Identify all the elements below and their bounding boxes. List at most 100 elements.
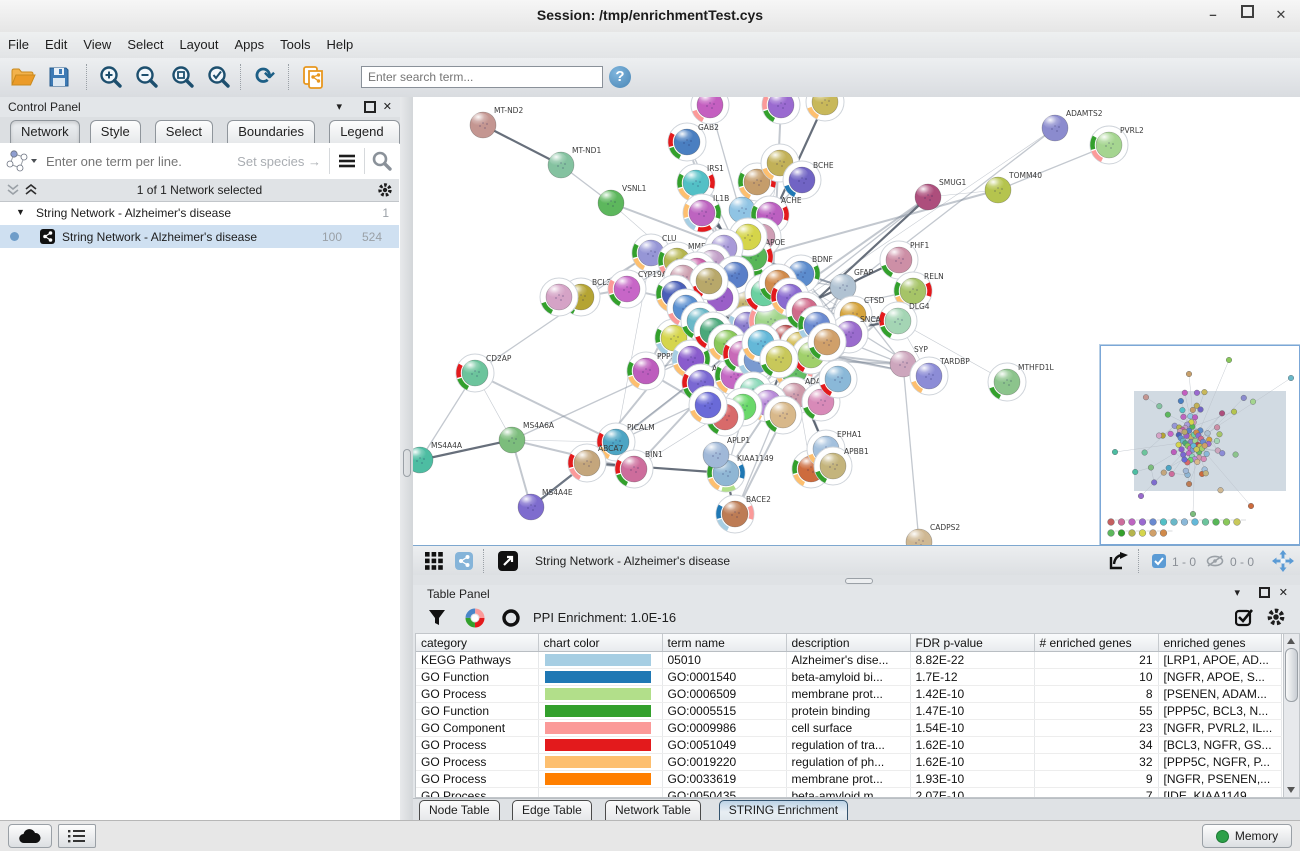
network-node[interactable] xyxy=(808,323,846,361)
string-query-input[interactable] xyxy=(38,153,237,170)
menu-help[interactable]: Help xyxy=(319,32,362,52)
birds-eye-view[interactable] xyxy=(1100,345,1300,545)
minimize-button[interactable]: – xyxy=(1200,4,1226,26)
filter-icon[interactable] xyxy=(427,608,447,628)
network-node[interactable]: IL1B xyxy=(683,194,729,232)
zoom-selected-button[interactable] xyxy=(204,63,234,91)
network-node[interactable] xyxy=(540,278,578,316)
tab-network[interactable]: Network xyxy=(10,120,80,143)
tree-expander-icon[interactable]: ▼ xyxy=(16,207,25,217)
enrichment-row[interactable]: GO ProcessGO:0051049regulation of tra...… xyxy=(416,737,1282,754)
memory-button[interactable]: Memory xyxy=(1202,824,1292,848)
navigate-button[interactable] xyxy=(1270,549,1296,573)
network-node[interactable] xyxy=(762,97,800,124)
species-hint[interactable]: Set species → xyxy=(237,154,321,169)
enrichment-row[interactable]: GO FunctionGO:0001540beta-amyloid bi...1… xyxy=(416,669,1282,686)
network-node[interactable] xyxy=(689,386,727,424)
string-logo-icon[interactable] xyxy=(4,147,38,175)
cloud-button[interactable] xyxy=(8,824,52,848)
network-node[interactable]: PVRL2 xyxy=(1090,126,1144,164)
col-enriched-genes[interactable]: enriched genes xyxy=(1158,634,1282,652)
table-scrollbar[interactable] xyxy=(1283,633,1300,798)
network-node[interactable]: VSNL1 xyxy=(598,184,647,216)
tab-select[interactable]: Select xyxy=(155,120,213,143)
network-collection-row[interactable]: ▼ String Network - Alzheimer's disease 1 xyxy=(0,202,399,225)
network-node[interactable] xyxy=(760,340,798,378)
network-node[interactable]: MT-ND1 xyxy=(548,146,601,178)
enrichment-row[interactable]: GO FunctionGO:0005515protein binding1.47… xyxy=(416,703,1282,720)
network-node[interactable]: PHF1 xyxy=(880,241,929,279)
zoom-out-button[interactable] xyxy=(132,63,162,91)
task-list-button[interactable] xyxy=(58,824,96,848)
scrollbar-thumb[interactable] xyxy=(1285,648,1298,702)
enrichment-row[interactable]: GO ProcessGO:0033619membrane prot...1.93… xyxy=(416,771,1282,788)
panel-splitter-vertical[interactable] xyxy=(400,97,414,820)
menu-apps[interactable]: Apps xyxy=(227,32,273,52)
network-edge[interactable] xyxy=(587,463,726,473)
string-options-menu-icon[interactable] xyxy=(330,151,364,171)
open-session-button[interactable] xyxy=(8,63,38,91)
remove-charts-icon[interactable] xyxy=(501,608,521,628)
enrichment-row[interactable]: GO ProcessGO:0006509membrane prot...1.42… xyxy=(416,686,1282,703)
open-in-window-button[interactable] xyxy=(495,549,521,573)
network-row-selected[interactable]: String Network - Alzheimer's disease 100… xyxy=(0,225,399,248)
grid-view-button[interactable] xyxy=(421,549,447,573)
col--enriched-genes[interactable]: # enriched genes xyxy=(1034,634,1158,652)
col-chart-color[interactable]: chart color xyxy=(538,634,662,652)
network-node[interactable] xyxy=(691,97,729,124)
zoom-in-button[interactable] xyxy=(96,63,126,91)
network-node[interactable]: MTHFD1L xyxy=(988,363,1055,401)
panel-menu-icon[interactable]: ▾ xyxy=(1234,586,1240,599)
table-header-row[interactable]: categorychart colorterm namedescriptionF… xyxy=(416,634,1282,652)
tab-edge-table[interactable]: Edge Table xyxy=(512,800,592,821)
network-node[interactable]: CADPS2 xyxy=(906,523,960,545)
network-node[interactable]: APBB1 xyxy=(814,447,869,485)
menu-view[interactable]: View xyxy=(75,32,119,52)
menu-select[interactable]: Select xyxy=(119,32,171,52)
draw-charts-icon[interactable] xyxy=(465,608,485,628)
gear-icon[interactable] xyxy=(1266,607,1286,627)
select-terms-icon[interactable] xyxy=(1235,608,1254,627)
col-term-name[interactable]: term name xyxy=(662,634,786,652)
col-category[interactable]: category xyxy=(416,634,538,652)
menu-edit[interactable]: Edit xyxy=(37,32,75,52)
scroll-down-icon[interactable] xyxy=(1287,787,1295,793)
zoom-fit-button[interactable] xyxy=(168,63,198,91)
refresh-button[interactable]: ⟳ xyxy=(250,63,280,91)
gear-icon[interactable] xyxy=(377,182,393,198)
save-session-button[interactable] xyxy=(44,63,74,91)
menu-file[interactable]: File xyxy=(0,32,37,52)
tab-network-table[interactable]: Network Table xyxy=(605,800,701,821)
network-node[interactable]: BCHE xyxy=(783,161,834,199)
network-node[interactable]: GAB2 xyxy=(668,123,719,161)
close-button[interactable]: ✕ xyxy=(1268,4,1294,26)
tab-legend-panel[interactable]: Legend Panel xyxy=(329,120,400,143)
maximize-button[interactable] xyxy=(1234,4,1260,26)
string-view-button[interactable] xyxy=(451,549,477,573)
tab-node-table[interactable]: Node Table xyxy=(419,800,500,821)
network-node[interactable] xyxy=(806,97,844,121)
menu-layout[interactable]: Layout xyxy=(171,32,226,52)
col-description[interactable]: description xyxy=(786,634,910,652)
tab-boundaries[interactable]: Boundaries xyxy=(227,120,315,143)
panel-float-icon[interactable] xyxy=(1259,587,1270,601)
panel-splitter-horizontal[interactable] xyxy=(413,575,1300,585)
panel-close-icon[interactable]: ✕ xyxy=(1279,586,1288,599)
network-node[interactable] xyxy=(764,396,802,434)
network-from-clipboard-button[interactable] xyxy=(298,63,328,91)
export-network-button[interactable] xyxy=(1106,549,1132,573)
enrichment-row[interactable]: GO ComponentGO:0009986cell surface1.54E-… xyxy=(416,720,1282,737)
enrichment-row[interactable]: GO ProcessGO:0019220regulation of ph...1… xyxy=(416,754,1282,771)
panel-menu-icon[interactable]: ▾ xyxy=(336,100,342,113)
tab-style[interactable]: Style xyxy=(90,120,141,143)
search-input[interactable] xyxy=(361,66,603,88)
network-node[interactable] xyxy=(819,360,857,398)
help-button[interactable]: ? xyxy=(605,63,635,91)
network-edge[interactable] xyxy=(475,373,616,442)
enrichment-row[interactable]: GO ProcessGO:0050435beta-amyloid m...2.0… xyxy=(416,788,1282,799)
scroll-up-icon[interactable] xyxy=(1287,638,1295,644)
menu-tools[interactable]: Tools xyxy=(272,32,318,52)
network-node[interactable]: ABCA7 xyxy=(568,444,624,482)
network-node[interactable]: BACE2 xyxy=(716,495,771,533)
panel-close-icon[interactable]: ✕ xyxy=(383,100,392,113)
